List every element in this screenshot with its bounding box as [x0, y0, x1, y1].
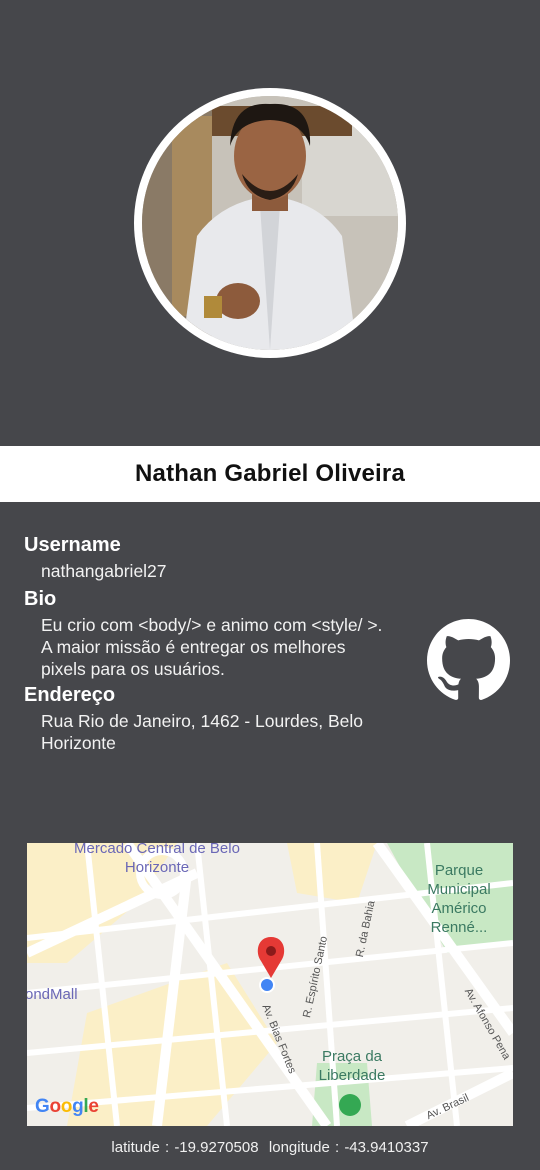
username-label: Username [24, 534, 121, 556]
bio-line-1: Eu crio com <body/> e animo com <style/ … [41, 615, 383, 635]
bio-line-2: A maior missão é entregar os melhores pi… [41, 637, 346, 679]
latitude-label: latitude : [111, 1139, 170, 1156]
map-place-mall: ondMall [27, 986, 78, 1003]
google-logo: Google [35, 1096, 99, 1117]
map-place-mercado: Mercado Central de Belo Horizonte [74, 843, 240, 876]
coordinates: latitude : -19.9270508 longitude : -43.9… [0, 1139, 540, 1156]
github-icon[interactable] [427, 619, 510, 702]
map-place-praca: Praça da Liberdade [318, 1048, 386, 1084]
avatar [142, 96, 398, 350]
avatar-frame [134, 88, 406, 358]
avatar-photo [142, 96, 398, 350]
map-place-parque: Parque Municipal Américo Renné... [427, 862, 491, 936]
address-value: Rua Rio de Janeiro, 1462 - Lourdes, Belo… [41, 711, 364, 753]
bio-label: Bio [24, 588, 57, 610]
location-map[interactable]: Mercado Central de Belo Horizonte Parque… [27, 843, 513, 1126]
latitude-value: -19.9270508 [174, 1139, 259, 1156]
longitude-label: longitude : [268, 1139, 340, 1156]
profile-name: Nathan Gabriel Oliveira [134, 460, 406, 487]
username-value: nathangabriel27 [41, 561, 167, 581]
address-label: Endereço [24, 684, 116, 706]
profile-info: Username nathangabriel27 Bio Eu crio com… [24, 530, 394, 754]
bio-value: Eu crio com <body/> e animo com <style/ … [24, 614, 394, 680]
name-bar: Nathan Gabriel Oliveira [0, 446, 540, 502]
longitude-value: -43.9410337 [344, 1139, 429, 1156]
